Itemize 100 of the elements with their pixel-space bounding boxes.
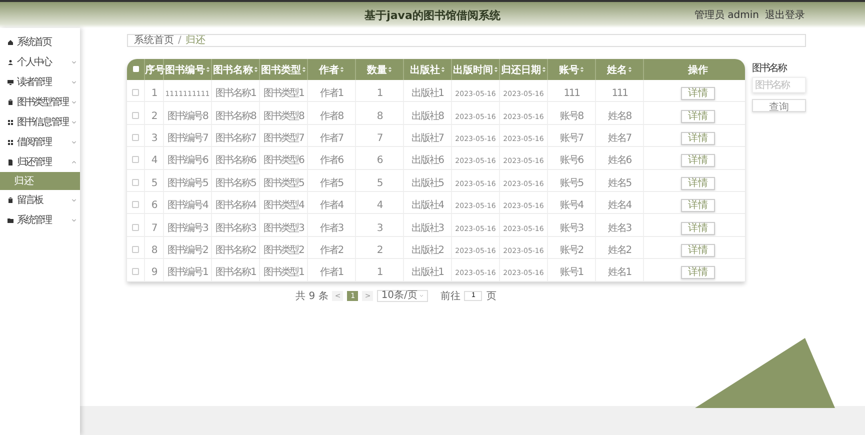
menu-item[interactable]: 借阅管理: [0, 132, 80, 152]
sort-icon[interactable]: [340, 66, 344, 73]
detail-button[interactable]: 详情: [680, 110, 715, 123]
row-checkbox[interactable]: [132, 224, 139, 231]
table-cell: 111: [564, 88, 580, 100]
clipboard-icon: [7, 98, 14, 106]
table-cell: 作者2: [320, 244, 343, 256]
table-cell: 姓名3: [608, 222, 631, 234]
chevron-icon: [71, 79, 77, 85]
table-cell: 图书类型1: [263, 267, 304, 278]
sort-icon[interactable]: [580, 66, 584, 73]
table-cell: 作者5: [320, 178, 343, 189]
table-cell: 图书名称7: [215, 132, 256, 144]
table-cell: 出版社4: [412, 200, 444, 212]
menu-item[interactable]: 图书类型管理: [0, 92, 80, 112]
table-cell: 账号2: [560, 244, 583, 256]
table-cell: 姓名5: [608, 178, 631, 189]
table-cell: 作者6: [320, 155, 343, 166]
user-icon: [7, 58, 14, 66]
table-cell: 图书类型4: [263, 200, 304, 212]
table-cell: 图书类型6: [263, 155, 304, 166]
row-checkbox[interactable]: [132, 134, 139, 141]
table-cell: 5: [376, 178, 382, 189]
row-checkbox[interactable]: [132, 156, 139, 164]
table-cell: 7: [376, 132, 382, 144]
search-field[interactable]: 图书名称: [752, 77, 806, 93]
menu-item[interactable]: 归还管理: [0, 152, 80, 172]
table-cell: 图书编号3: [167, 222, 208, 234]
menu-item[interactable]: 个人中心: [0, 52, 80, 72]
chevron-icon: [71, 59, 77, 65]
menu-item[interactable]: 图书信息管理: [0, 112, 80, 132]
table-cell: 账号6: [560, 155, 583, 166]
table-cell: 图书名称2: [215, 244, 256, 256]
select-all-checkbox[interactable]: [132, 66, 138, 72]
row-checkbox[interactable]: [132, 246, 139, 253]
table-cell: 6: [151, 200, 157, 212]
table-cell: 出版社7: [412, 132, 444, 144]
table-cell: 作者7: [320, 132, 343, 144]
table-cell: 图书类型7: [263, 132, 304, 144]
table-cell: 出版社1: [412, 88, 444, 100]
chevron-icon: [71, 217, 77, 223]
row-checkbox[interactable]: [132, 112, 139, 119]
sort-icon[interactable]: [388, 66, 392, 73]
column-header: 序号: [145, 63, 165, 76]
menu-item[interactable]: 系统首页: [0, 32, 80, 52]
table-cell: 姓名8: [608, 110, 631, 122]
table-cell: 出版社8: [412, 110, 444, 122]
table-cell: 出版社6: [412, 155, 444, 166]
goto-label: 前往: [440, 290, 460, 303]
detail-button[interactable]: 详情: [680, 222, 715, 235]
table-cell: 3: [151, 132, 157, 144]
row-checkbox[interactable]: [132, 201, 139, 208]
breadcrumb-link[interactable]: 系统首页: [134, 36, 174, 46]
table-cell: 图书类型8: [263, 110, 304, 122]
table-cell: 图书名称5: [215, 178, 256, 189]
submenu-item[interactable]: 归还: [0, 172, 80, 190]
table-cell: 1: [376, 267, 382, 278]
logout-link[interactable]: 退出登录: [765, 8, 806, 22]
table-cell: 图书名称3: [215, 222, 256, 234]
detail-button[interactable]: 详情: [680, 132, 715, 145]
table-cell: 图书编号8: [167, 110, 208, 122]
menu-item[interactable]: 留言板: [0, 190, 80, 210]
row-checkbox[interactable]: [132, 178, 139, 186]
table-cell: 2: [376, 244, 382, 256]
menu-item[interactable]: 系统管理: [0, 210, 80, 230]
table-cell: 姓名4: [608, 200, 631, 212]
row-checkbox[interactable]: [132, 89, 139, 96]
table-cell: 账号3: [560, 222, 583, 234]
table-cell: 图书名称6: [215, 155, 256, 166]
menu-item[interactable]: 读者管理: [0, 72, 80, 92]
detail-button[interactable]: 详情: [680, 176, 715, 190]
row-checkbox[interactable]: [132, 268, 139, 276]
table-cell: 图书类型1: [263, 88, 304, 100]
sort-icon[interactable]: [628, 66, 632, 73]
table-cell: 图书编号7: [167, 132, 208, 144]
page-size-select[interactable]: 10条/页: [377, 290, 428, 302]
chevron-icon: [71, 197, 77, 203]
clipboard-icon: [7, 196, 14, 204]
chevron-icon: [71, 119, 77, 125]
table-cell: 出版社2: [412, 244, 444, 256]
search-label: 图书名称: [752, 62, 788, 75]
page-unit-label: 页: [486, 290, 496, 303]
detail-button[interactable]: 详情: [680, 266, 715, 280]
detail-button[interactable]: 详情: [680, 199, 715, 212]
system-title: 基于java的图书馆借阅系统: [364, 8, 500, 22]
detail-button[interactable]: 详情: [680, 87, 715, 100]
table-cell: 姓名7: [608, 132, 631, 144]
table-cell: 作者4: [320, 200, 343, 212]
breadcrumb-current: 归还: [185, 36, 206, 46]
table-cell: 1: [376, 88, 382, 100]
table-cell: 姓名1: [608, 267, 631, 278]
table-cell: 图书编号6: [167, 155, 208, 166]
table-cell: 出版社1: [412, 267, 444, 278]
search-button[interactable]: 查询: [752, 99, 806, 112]
sort-icon[interactable]: [441, 66, 445, 73]
table-cell: 图书名称4: [215, 200, 256, 212]
detail-button[interactable]: 详情: [680, 154, 715, 168]
table-cell: 图书名称1: [215, 267, 256, 278]
detail-button[interactable]: 详情: [680, 244, 715, 257]
table-cell: 出版社3: [412, 222, 444, 234]
